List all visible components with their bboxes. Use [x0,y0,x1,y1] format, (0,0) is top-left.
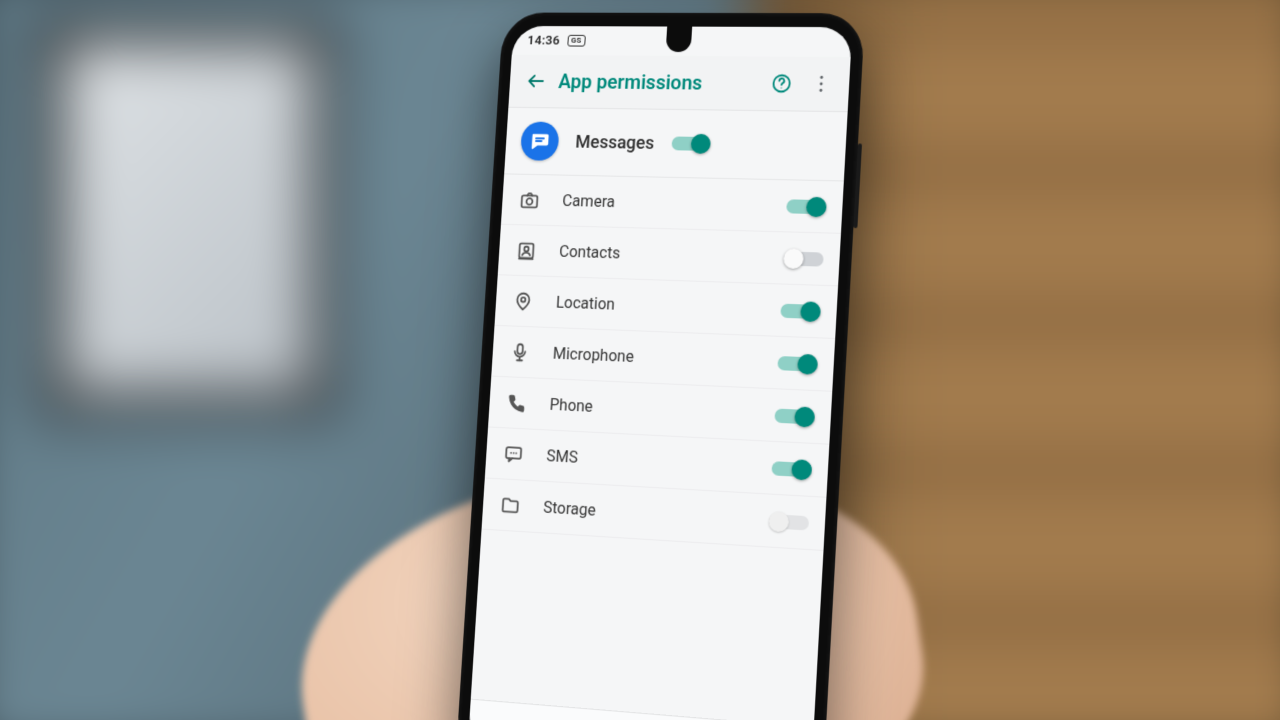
app-header-row[interactable]: Messages [504,108,848,182]
toggle-phone[interactable] [774,403,815,429]
permission-label: Camera [562,191,766,215]
permission-label: Storage [543,498,748,529]
app-avatar [520,121,560,160]
toggle-camera[interactable] [786,194,827,219]
nav-back-button[interactable] [509,708,568,720]
phone-screen: 14:36 GS App permissions [468,26,853,720]
permission-label: SMS [546,446,750,476]
camera-icon [517,189,543,211]
nav-home-button[interactable] [607,716,668,720]
help-button[interactable] [761,63,803,103]
permission-label: Contacts [559,242,763,267]
contacts-icon [514,239,540,261]
storage-icon [497,494,523,517]
microphone-icon [507,341,533,364]
permission-label: Location [556,293,760,319]
toggle-location[interactable] [780,298,821,324]
toggle-sms[interactable] [771,456,812,483]
phone-icon [504,391,530,414]
more-vertical-icon [810,73,833,95]
app-bar: App permissions [508,55,850,112]
arrow-left-icon [525,70,547,91]
page-title: App permissions [554,70,763,96]
sms-icon [501,442,527,465]
app-name-label: Messages [575,131,655,153]
status-clock: 14:36 [527,33,560,48]
toggle-app-all[interactable] [671,132,711,156]
permission-list: Camera Contacts Location Microphone Phone SMS… [471,174,844,720]
back-button[interactable] [516,62,556,101]
permission-label: Phone [549,395,753,424]
location-icon [510,290,536,312]
overflow-menu-button[interactable] [800,64,842,104]
help-circle-icon [770,72,793,94]
toggle-contacts[interactable] [783,246,824,271]
phone-device: 14:36 GS App permissions [456,13,866,720]
toggle-microphone[interactable] [777,350,818,376]
permission-label: Microphone [552,344,756,371]
toggle-storage [768,508,809,535]
permission-row-camera[interactable]: Camera [501,174,844,233]
status-badge-icon: GS [567,35,586,47]
photo-scene: 14:36 GS App permissions [0,0,1280,720]
messages-app-icon [529,130,551,152]
